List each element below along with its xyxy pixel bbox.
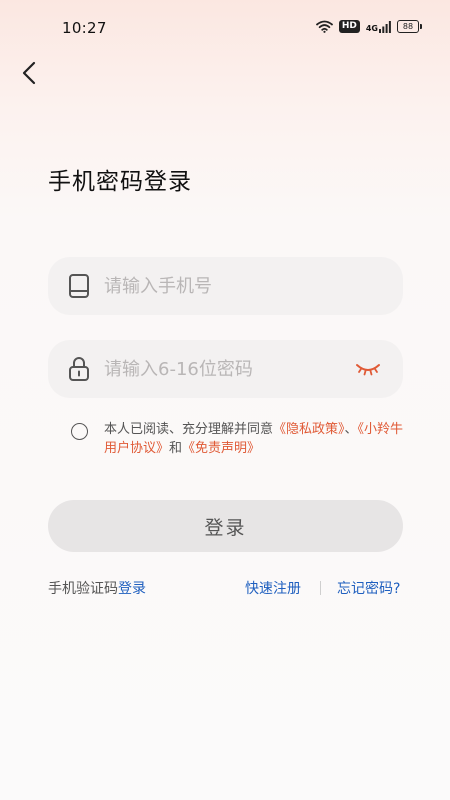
sms-login-prefix: 手机验证码 [48,581,118,597]
battery-level: 88 [397,20,419,33]
phone-input[interactable] [104,275,334,297]
status-time: 10:27 [62,19,107,37]
phone-icon [68,273,90,299]
footer-divider [320,581,321,595]
password-input[interactable] [104,358,334,380]
battery-icon: 88 [397,20,422,33]
phone-field[interactable] [48,257,403,315]
sms-login-link[interactable]: 登录 [118,581,146,597]
chevron-left-icon [22,61,36,85]
login-button[interactable]: 登录 [48,500,403,552]
network-type: 4G [365,23,378,33]
hd-badge: HD [338,20,360,33]
agreement-checkbox[interactable] [71,423,88,440]
agreement-separator: 、 [344,422,358,437]
disclaimer-link[interactable]: 《免责声明》 [182,441,260,456]
sms-login: 手机验证码登录 [48,578,146,598]
page-title: 手机密码登录 [48,169,192,195]
privacy-policy-link[interactable]: 《隐私政策》 [273,422,345,437]
lock-icon [68,356,90,382]
signal-icon [379,20,391,33]
agreement-text: 本人已阅读、充分理解并同意《隐私政策》、《小羚牛用户协议》和《免责声明》 [104,420,404,458]
wifi-icon [315,20,333,33]
quick-register-link[interactable]: 快速注册 [245,578,301,598]
back-button[interactable] [14,58,46,90]
password-field[interactable] [48,340,403,398]
agreement-prefix: 本人已阅读、充分理解并同意 [104,422,274,437]
forgot-password-link[interactable]: 忘记密码? [337,578,400,598]
status-icons: HD 4G 88 [315,20,422,33]
eye-closed-icon[interactable] [355,360,381,378]
agreement-and: 和 [169,441,183,456]
cellular-signal: 4G [365,20,391,33]
